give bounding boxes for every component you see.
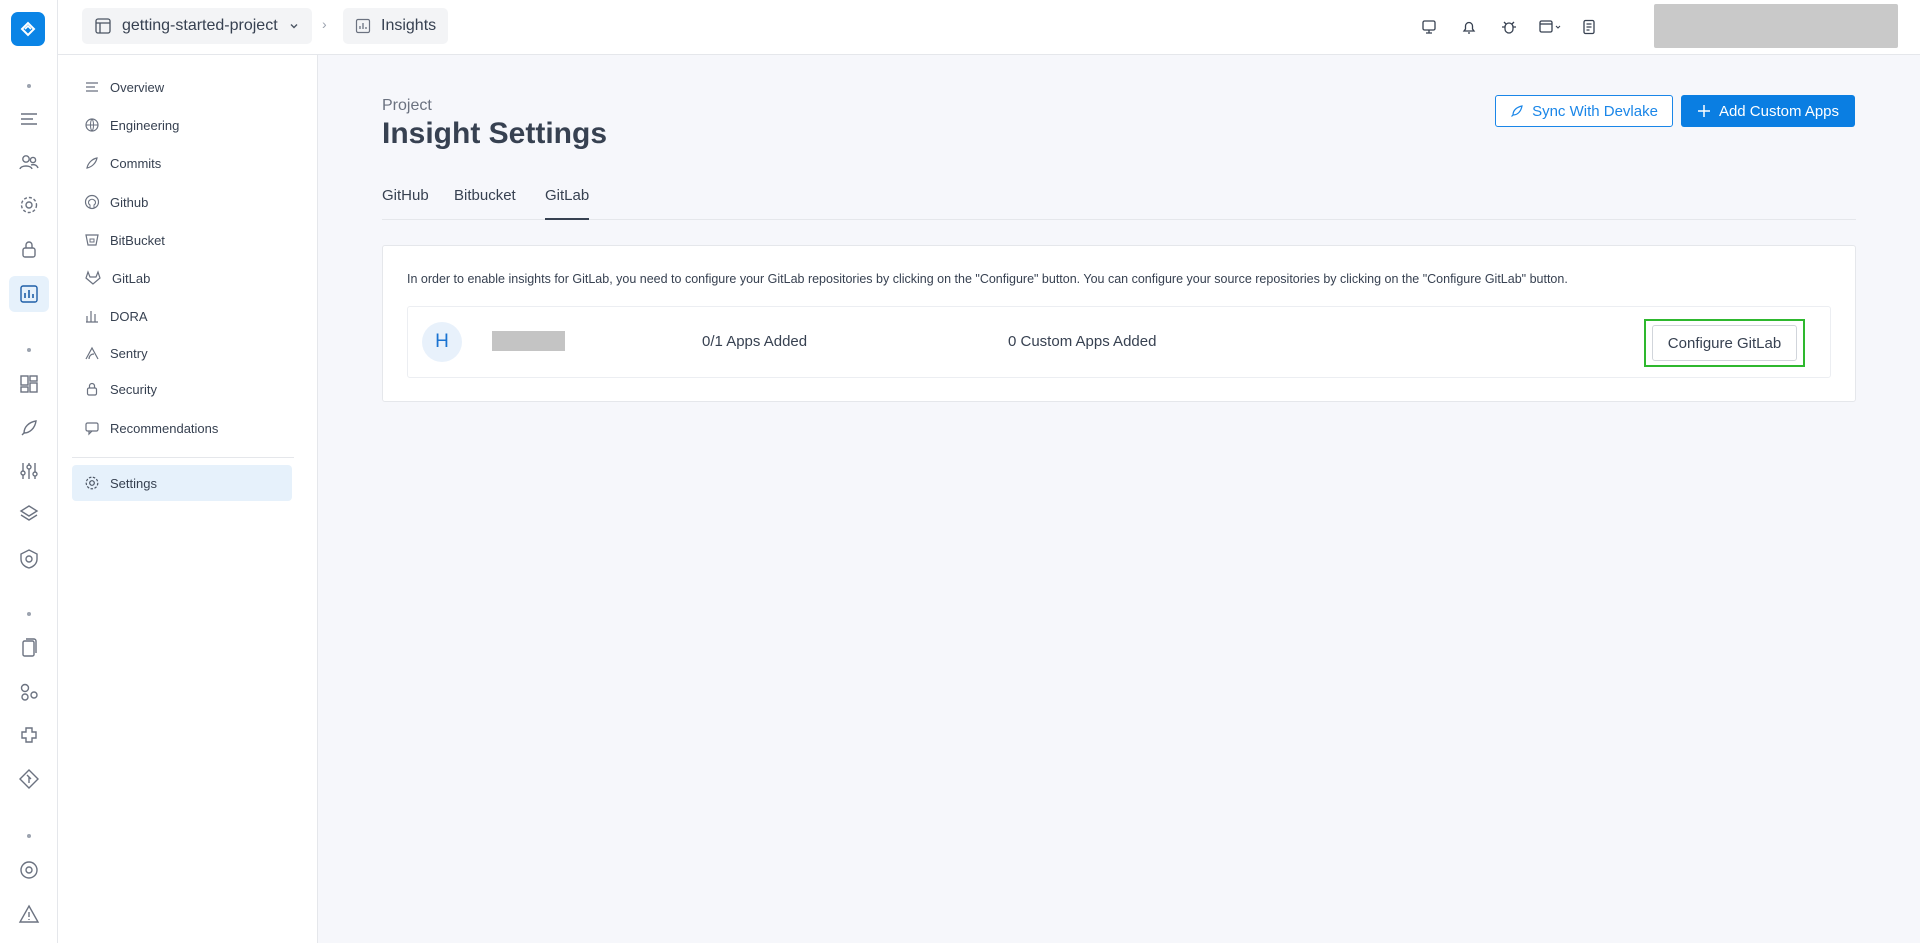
sidebar-divider <box>72 457 294 458</box>
bitbucket-icon <box>85 234 99 246</box>
sync-button-label: Sync With Devlake <box>1532 102 1658 120</box>
sidebar-item-overview[interactable]: Overview <box>72 69 292 105</box>
sync-with-devlake-button[interactable]: Sync With Devlake <box>1495 95 1673 127</box>
bar-chart-icon <box>355 18 371 34</box>
gitlab-info-text: In order to enable insights for GitLab, … <box>407 272 1568 286</box>
apps-added-count: 0/1 Apps Added <box>702 333 808 350</box>
lines-icon <box>86 82 98 92</box>
bug-icon[interactable] <box>1496 14 1522 40</box>
project-icon <box>95 18 111 34</box>
rail-separator <box>27 612 31 616</box>
bar-chart-icon <box>86 311 98 323</box>
chevron-down-icon <box>290 24 298 29</box>
layers-icon[interactable] <box>9 496 49 532</box>
rocket-icon[interactable] <box>9 410 49 446</box>
dashboard-icon[interactable] <box>9 366 49 402</box>
git-icon[interactable] <box>9 761 49 797</box>
rail-separator <box>27 348 31 352</box>
sidebar-item-label: Settings <box>110 475 157 491</box>
nodes-icon[interactable] <box>9 674 49 710</box>
gear-icon <box>85 476 99 490</box>
target-icon[interactable] <box>9 852 49 888</box>
bell-icon[interactable] <box>1456 14 1482 40</box>
tab-bitbucket[interactable]: Bitbucket <box>454 185 516 220</box>
add-custom-apps-button[interactable]: Add Custom Apps <box>1681 95 1855 127</box>
configure-gitlab-button[interactable]: Configure GitLab <box>1652 325 1797 361</box>
list-item: H 0/1 Apps Added 0 Custom Apps Added Con… <box>407 306 1831 378</box>
sentry-icon <box>85 346 99 360</box>
plus-icon <box>1697 105 1710 117</box>
gitlab-icon <box>85 270 101 285</box>
gitlab-settings-card: In order to enable insights for GitLab, … <box>382 245 1856 402</box>
project-name: getting-started-project <box>122 17 278 34</box>
monitor-icon[interactable] <box>1416 14 1442 40</box>
sidebar-item-label: GitLab <box>112 270 151 286</box>
sidebar-item-settings[interactable]: Settings <box>72 465 292 501</box>
sidebar-item-github[interactable]: Github <box>72 184 292 220</box>
lock-icon[interactable] <box>9 231 49 267</box>
sidebar-item-engineering[interactable]: Engineering <box>72 107 292 143</box>
puzzle-icon[interactable] <box>9 717 49 753</box>
sidebar-item-label: Recommendations <box>110 420 219 436</box>
sidebar-item-label: BitBucket <box>110 232 165 248</box>
page-title: Insight Settings <box>382 117 607 150</box>
sidebar-item-label: Sentry <box>110 345 148 361</box>
users-icon[interactable] <box>9 144 49 180</box>
rail-separator <box>27 834 31 838</box>
sidebar-item-label: Overview <box>110 79 165 95</box>
github-icon <box>84 194 100 210</box>
sidebar-item-label: Engineering <box>110 117 180 133</box>
sidebar-item-bitbucket[interactable]: BitBucket <box>72 222 292 258</box>
document-icon[interactable] <box>9 630 49 666</box>
avatar: H <box>422 322 462 362</box>
sidebar-item-commits[interactable]: Commits <box>72 145 292 181</box>
tab-gitlab[interactable]: GitLab <box>545 185 590 220</box>
sidebar-item-sentry[interactable]: Sentry <box>72 335 292 371</box>
breadcrumb-chevron-icon: › <box>322 16 327 32</box>
gear-icon[interactable] <box>9 187 49 223</box>
globe-icon <box>85 118 99 132</box>
sidebar-item-label: Commits <box>110 155 162 171</box>
message-icon <box>85 422 99 436</box>
breadcrumb-page-label: Insights <box>381 17 437 34</box>
sidebar-item-label: Github <box>110 194 149 210</box>
sliders-icon[interactable] <box>9 453 49 489</box>
shield-icon[interactable] <box>9 541 49 577</box>
add-button-label: Add Custom Apps <box>1718 102 1840 120</box>
project-selector[interactable]: getting-started-project <box>82 8 312 44</box>
sidebar-item-security[interactable]: Security <box>72 371 292 407</box>
custom-apps-added-count: 0 Custom Apps Added <box>1008 333 1157 350</box>
sidebar-item-label: Security <box>110 381 157 397</box>
notes-icon[interactable] <box>1576 14 1602 40</box>
app-logo-icon[interactable] <box>11 12 45 46</box>
sidebar-item-label: DORA <box>110 308 148 324</box>
warning-icon[interactable] <box>9 896 49 932</box>
page-eyebrow: Project <box>382 97 432 114</box>
list-icon[interactable] <box>9 102 49 138</box>
rocket-icon <box>1511 105 1523 117</box>
user-profile-redacted[interactable] <box>1654 4 1898 48</box>
insights-chart-icon[interactable] <box>9 276 49 312</box>
sidebar-item-gitlab[interactable]: GitLab <box>72 260 292 296</box>
sidebar-item-recommendations[interactable]: Recommendations <box>72 410 292 446</box>
rail-separator <box>27 84 31 88</box>
commit-icon <box>86 157 98 169</box>
insights-sidebar: Overview Engineering Commits Github BitB… <box>58 55 318 943</box>
main-content: Project Insight Settings Sync With Devla… <box>318 55 1920 943</box>
browser-menu-icon[interactable] <box>1536 14 1568 40</box>
provider-tabs: GitHub Bitbucket GitLab <box>382 185 1856 220</box>
app-rail <box>0 0 58 943</box>
top-bar: getting-started-project › Insights <box>58 0 1920 55</box>
lock-icon <box>86 382 98 396</box>
repo-name-redacted <box>492 331 565 351</box>
breadcrumb-insights[interactable]: Insights <box>343 8 449 44</box>
sidebar-item-dora[interactable]: DORA <box>72 298 292 334</box>
tab-github[interactable]: GitHub <box>382 185 429 220</box>
